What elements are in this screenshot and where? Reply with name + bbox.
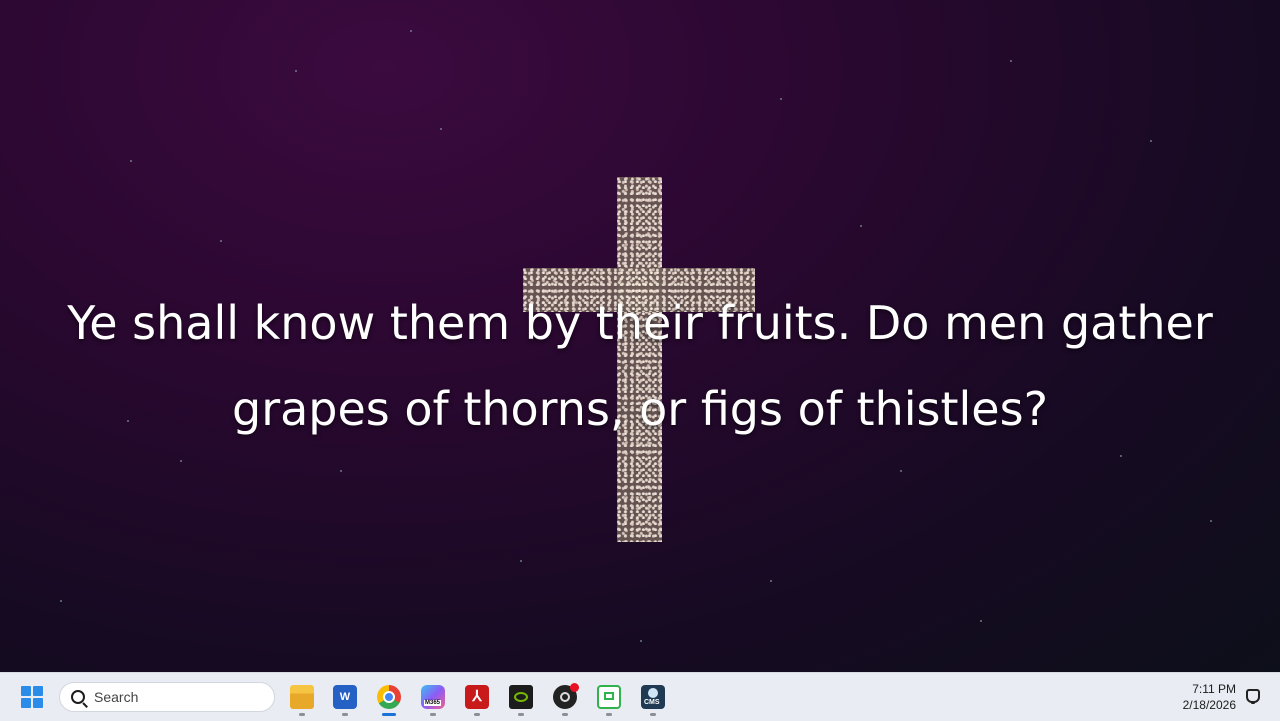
search-placeholder: Search	[94, 689, 139, 705]
chrome-icon[interactable]	[377, 685, 401, 709]
folder-icon[interactable]	[290, 685, 314, 709]
taskbar: Search W M365 ⅄ CMS 7:11 PM 2/18/2026	[0, 672, 1280, 721]
notification-bell-icon[interactable]	[1246, 689, 1260, 704]
running-indicator	[606, 713, 612, 716]
windows-logo-pane	[21, 698, 31, 708]
running-indicator	[562, 713, 568, 716]
windows-logo-pane	[33, 686, 43, 696]
running-indicator	[430, 713, 436, 716]
running-indicator	[342, 713, 348, 716]
windows-logo-pane	[21, 686, 31, 696]
cms-icon[interactable]: CMS	[641, 685, 665, 709]
acrobat-icon[interactable]: ⅄	[465, 685, 489, 709]
running-indicator	[299, 713, 305, 716]
running-indicator	[650, 713, 656, 716]
system-clock[interactable]: 7:11 PM 2/18/2026	[1183, 681, 1236, 713]
running-indicator	[474, 713, 480, 716]
nvidia-icon[interactable]	[509, 685, 533, 709]
search-icon	[71, 690, 85, 704]
verse-text: Ye shall know them by their fruits. Do m…	[67, 296, 1213, 436]
clock-date: 2/18/2026	[1182, 698, 1236, 712]
m365-badge: M365	[424, 700, 442, 706]
taskbar-search-box[interactable]: Search	[59, 682, 275, 712]
desktop-wallpaper: Ye shall know them by their fruits. Do m…	[0, 0, 1280, 672]
cms-badge: CMS	[644, 699, 660, 706]
m365-icon[interactable]: M365	[421, 685, 445, 709]
windows-logo-pane	[33, 698, 43, 708]
word-icon[interactable]: W	[333, 685, 357, 709]
active-indicator	[382, 713, 396, 716]
running-indicator	[518, 713, 524, 716]
start-button[interactable]	[21, 686, 43, 708]
screen-recorder-icon[interactable]	[597, 685, 621, 709]
clock-time: 7:11 PM	[1192, 682, 1236, 696]
recording-badge-icon	[570, 683, 579, 692]
